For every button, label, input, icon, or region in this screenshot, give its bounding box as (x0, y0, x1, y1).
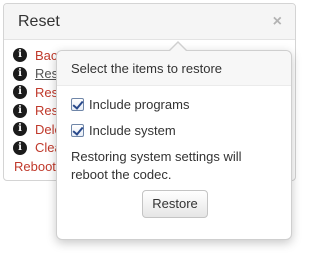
reboot-warning: Restoring system settings will reboot th… (71, 149, 242, 182)
panel-header: Reset × (4, 4, 295, 40)
popover-title: Select the items to restore (57, 51, 291, 86)
include-system-label: Include system (89, 123, 176, 138)
popover-arrow-fill (169, 43, 187, 52)
reset-link[interactable]: Res (35, 103, 58, 118)
info-icon: i (13, 140, 27, 155)
info-icon: i (13, 122, 27, 137)
list-item: Reboot (13, 157, 62, 176)
include-programs-checkbox[interactable] (71, 98, 84, 111)
popover-body: Include programs Include system Restorin… (57, 86, 291, 184)
info-icon: i (13, 66, 27, 81)
reset-actions-list: i Bac i Res i Res i Res i Dele i Clea Re… (13, 46, 62, 176)
include-programs-label: Include programs (89, 97, 190, 112)
backup-link[interactable]: Bac (35, 48, 57, 63)
include-programs-option[interactable]: Include programs (71, 96, 277, 113)
include-system-checkbox[interactable] (71, 124, 84, 137)
list-item: i Res (13, 65, 62, 84)
list-item: i Clea (13, 139, 62, 158)
reset-link[interactable]: Res (35, 85, 58, 100)
list-item: i Dele (13, 120, 62, 139)
list-item: i Bac (13, 46, 62, 65)
panel-title: Reset (18, 13, 60, 30)
close-icon[interactable]: × (273, 13, 282, 31)
include-system-option[interactable]: Include system (71, 122, 277, 139)
info-icon: i (13, 48, 27, 63)
reboot-link[interactable]: Reboot (14, 159, 56, 174)
restore-popover: Select the items to restore Include prog… (56, 41, 292, 240)
list-item: i Res (13, 83, 62, 102)
info-icon: i (13, 103, 27, 118)
restore-link[interactable]: Res (35, 66, 58, 81)
restore-button[interactable]: Restore (142, 190, 208, 218)
list-item: i Res (13, 102, 62, 121)
info-icon: i (13, 85, 27, 100)
